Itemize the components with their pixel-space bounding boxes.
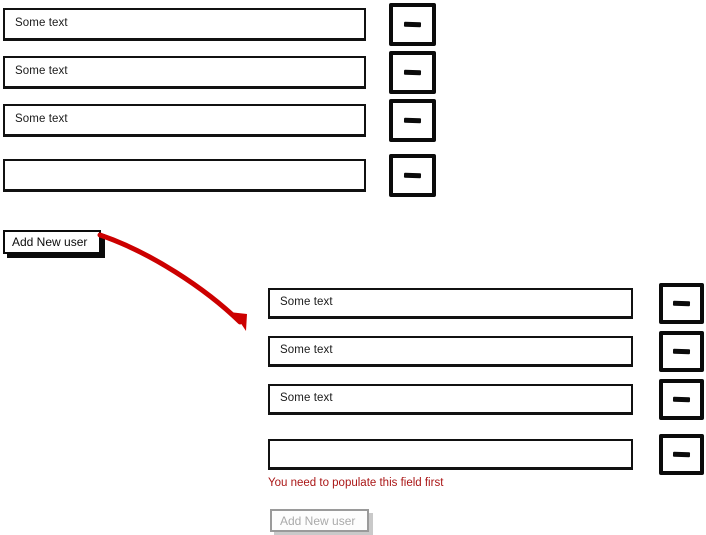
text-field-value: Some text [15,65,68,78]
text-field[interactable]: Some text [268,384,633,415]
remove-row-button[interactable] [389,3,436,46]
remove-row-button[interactable] [659,434,704,475]
remove-row-button[interactable] [389,154,436,197]
text-field-value: Some text [15,17,68,30]
minus-icon [403,21,422,28]
minus-icon [672,300,691,307]
text-field[interactable]: Some text [3,8,366,41]
remove-row-button[interactable] [659,379,704,420]
text-field-empty[interactable] [3,159,366,192]
remove-row-button[interactable] [659,283,704,324]
add-new-user-button-label: Add New user [280,513,356,528]
minus-icon [672,451,691,458]
minus-icon [403,117,422,124]
text-field-value: Some text [280,392,333,405]
remove-row-button[interactable] [389,51,436,94]
text-field-empty[interactable] [268,439,633,470]
remove-row-button[interactable] [389,99,436,142]
validation-error-message: You need to populate this field first [268,477,444,489]
minus-icon [403,172,422,179]
add-new-user-button-label: Add New user [12,235,88,249]
add-new-user-button[interactable]: Add New user [3,230,101,254]
add-new-user-button-disabled: Add New user [270,509,369,532]
minus-icon [672,396,691,403]
text-field-value: Some text [280,296,333,309]
minus-icon [403,69,422,76]
text-field-value: Some text [15,113,68,126]
text-field[interactable]: Some text [268,288,633,319]
text-field[interactable]: Some text [3,56,366,89]
text-field-value: Some text [280,344,333,357]
remove-row-button[interactable] [659,331,704,372]
arrow-curve-path [97,232,243,325]
minus-icon [672,348,691,355]
arrow-head-icon [229,312,247,331]
text-field[interactable]: Some text [268,336,633,367]
mockup-canvas: Some text Some text Some text Add New us… [0,0,706,535]
text-field[interactable]: Some text [3,104,366,137]
